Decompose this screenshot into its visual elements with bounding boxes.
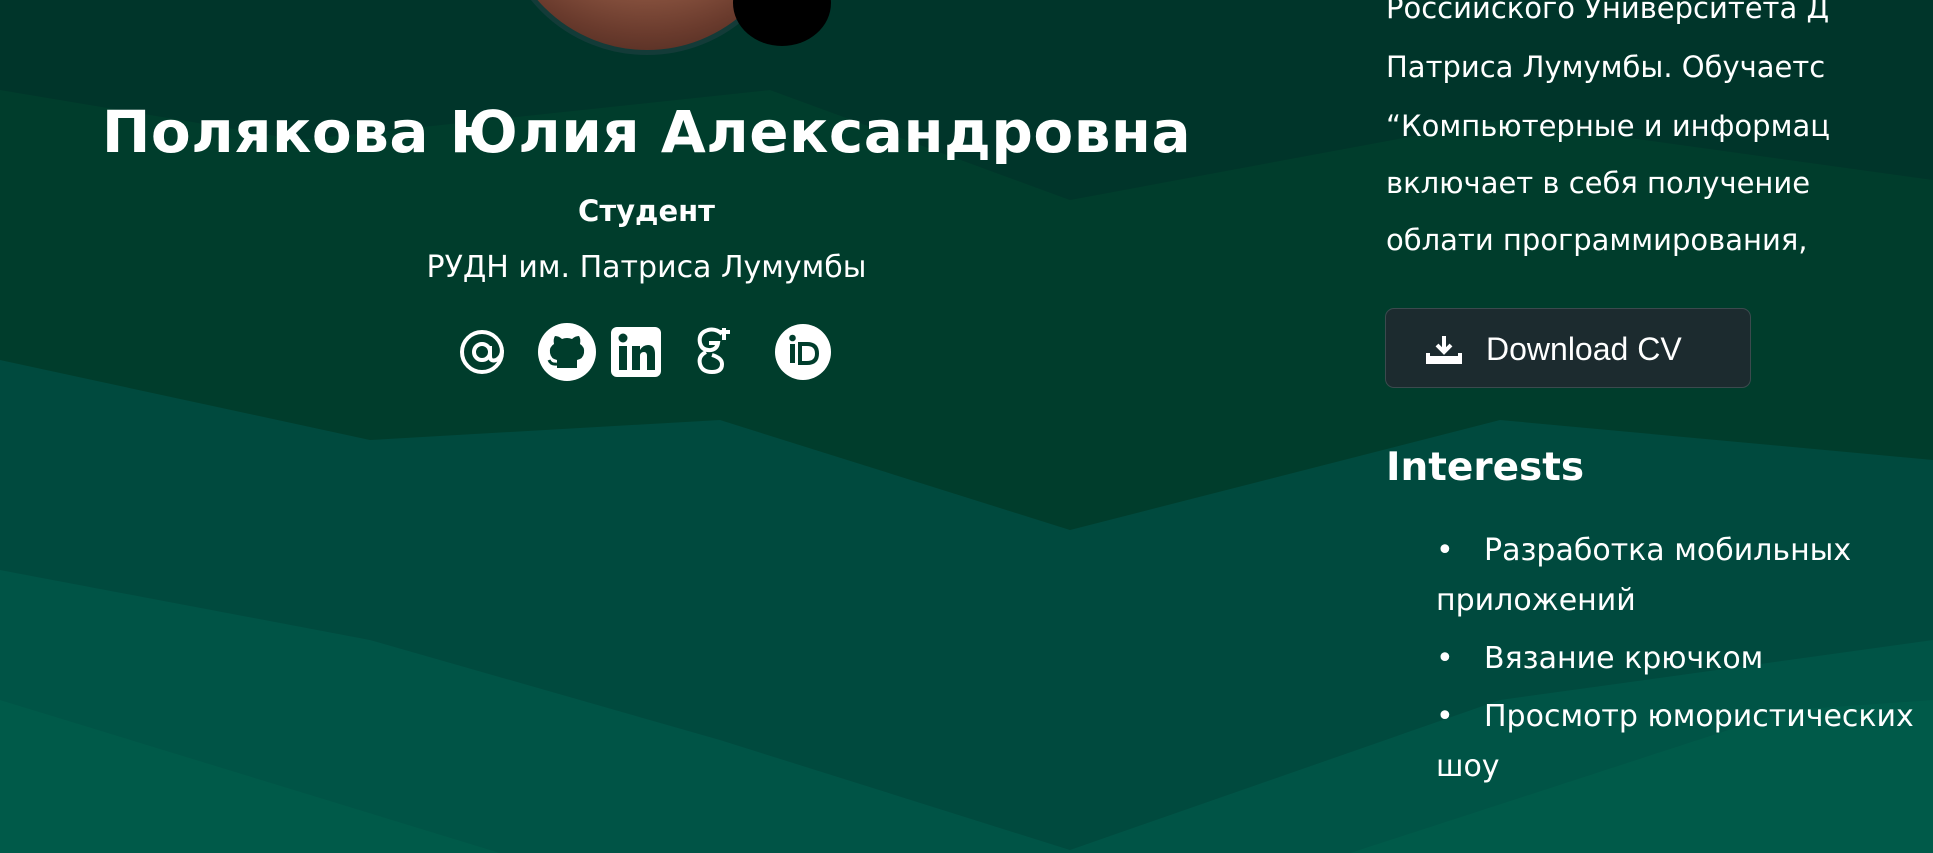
bullet-icon: •	[1436, 641, 1454, 676]
interest-item: • Разработка мобильных приложений	[1436, 526, 1933, 626]
orcid-link[interactable]	[772, 322, 834, 382]
google-scholar-icon	[697, 327, 730, 375]
interest-text: Вязание крючком	[1484, 641, 1764, 676]
linkedin-link[interactable]	[608, 322, 664, 382]
profile-name: Полякова Юлия Александровна	[101, 98, 1192, 166]
bullet-icon: •	[1436, 699, 1454, 734]
profile-organization: РУДН им. Патриса Лумумбы	[426, 250, 867, 285]
bio-line: включает в себя получение	[1386, 166, 1811, 200]
bio-line: Патриса Лумумбы. Обучаетс	[1386, 50, 1826, 84]
bio-line: Российского Университета Д	[1386, 0, 1830, 25]
interest-text: Разработка мобильных приложений	[1436, 533, 1852, 618]
interests-heading: Interests	[1386, 445, 1585, 490]
interest-item: • Просмотр юмористических шоу	[1436, 692, 1933, 792]
interest-text: Просмотр юмористических шоу	[1436, 699, 1914, 784]
download-cv-label: Download CV	[1486, 331, 1682, 367]
interests-list: • Разработка мобильных приложений • Вяза…	[1436, 526, 1933, 800]
github-link[interactable]	[526, 322, 608, 382]
linkedin-icon	[611, 327, 661, 377]
social-links	[452, 322, 834, 382]
profile-role: Студент	[578, 194, 715, 228]
download-cv-button[interactable]: Download CV	[1385, 308, 1751, 388]
download-icon	[1426, 336, 1462, 364]
bio-line: “Компьютерные и информац	[1386, 109, 1830, 143]
bio-line: облати программирования,	[1386, 223, 1808, 257]
github-icon	[538, 323, 596, 381]
google-scholar-link[interactable]	[688, 322, 742, 382]
email-link[interactable]	[452, 322, 512, 382]
bullet-icon: •	[1436, 533, 1454, 568]
at-sign-icon	[460, 330, 504, 374]
interest-item: • Вязание крючком	[1436, 634, 1933, 684]
about-page: Полякова Юлия Александровна Студент РУДН…	[0, 0, 1933, 853]
orcid-icon	[775, 324, 831, 380]
